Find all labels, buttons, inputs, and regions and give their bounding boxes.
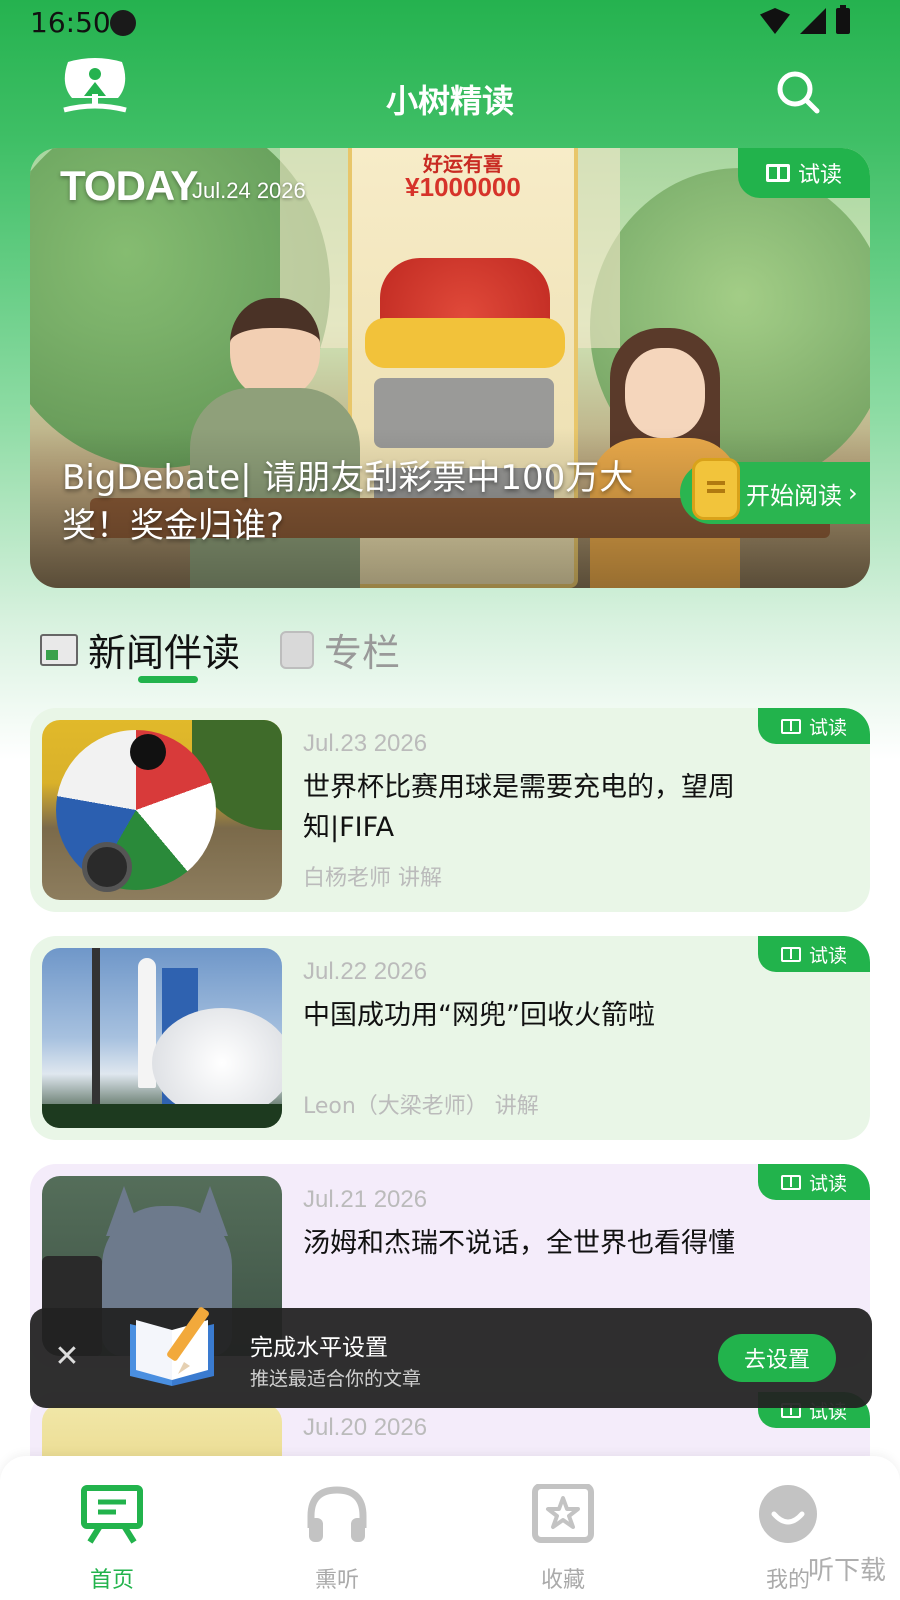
start-reading-label: 开始阅读 (746, 481, 842, 510)
article-date: Jul.22 2026 (303, 958, 428, 985)
watermark: 听下载 (807, 1556, 886, 1586)
article-author: 白杨老师 讲解 (303, 866, 442, 891)
active-tab-indicator (138, 676, 198, 683)
ticket-amount: ¥1000000 (405, 172, 521, 202)
article-date: Jul.23 2026 (303, 730, 428, 757)
article-author: Leon（大梁老师） 讲解 (303, 1094, 539, 1119)
headphones-icon (307, 1486, 367, 1542)
nav-label: 收藏 (540, 1568, 585, 1593)
article-title: 中国成功用“网兜”回收火箭啦 (303, 1000, 655, 1031)
open-book-icon (765, 164, 790, 182)
wifi-icon (760, 8, 790, 34)
level-setup-toast: ✕ 完成水平设置 推送最适合你的文章 去设置 (30, 1307, 872, 1408)
hero-date: Jul.24 2026 (192, 178, 306, 203)
newspaper-icon (40, 633, 78, 666)
status-bar: 16:50 (0, 0, 900, 46)
trial-badge: 试读 (758, 936, 870, 972)
trial-label: 试读 (808, 944, 847, 967)
app-header: 小树精读 (0, 50, 900, 140)
toast-subtitle: 推送最适合你的文章 (250, 1368, 422, 1390)
open-book-icon (780, 1174, 801, 1190)
article-title: 汤姆和杰瑞不说话，全世界也看得懂 (303, 1228, 735, 1259)
article-date: Jul.21 2026 (303, 1186, 428, 1213)
nav-listen[interactable]: 熏听 (277, 1484, 397, 1594)
trial-label: 试读 (808, 716, 847, 739)
battery-icon (836, 5, 850, 34)
hero-article-title: BigDebate| 请朋友刮彩票中100万大奖！奖金归谁? (62, 458, 634, 546)
app-title: 小树精读 (385, 82, 514, 120)
article-thumbnail (42, 948, 282, 1128)
go-settings-button[interactable]: 去设置 (718, 1334, 836, 1382)
smile-face-icon (759, 1485, 817, 1543)
toast-title: 完成水平设置 (250, 1335, 388, 1361)
bottom-navigation: 首页 熏听 收藏 我的 (0, 1456, 900, 1600)
hero-today-label: TODAY (60, 162, 198, 209)
nav-favorites[interactable]: 收藏 (503, 1483, 623, 1594)
coins-illustration (365, 318, 565, 368)
article-date: Jul.20 2026 (303, 1414, 428, 1441)
start-reading-button[interactable]: 开始阅读 › (680, 458, 870, 524)
trial-label: 试读 (808, 1172, 847, 1195)
notification-cat-icon (110, 10, 136, 36)
nav-home[interactable]: 首页 (52, 1484, 172, 1594)
trial-badge: 试读 (758, 1164, 870, 1200)
book-pencil-icon (130, 1307, 214, 1386)
nav-label: 首页 (89, 1568, 134, 1593)
tab-news-reading[interactable]: 新闻伴读 (40, 622, 240, 677)
hero-banner[interactable]: 好运有喜 ¥1000000 TODAY Jul.24 2026 试读 BigDe… (30, 148, 870, 588)
hero-trial-label: 试读 (797, 163, 842, 188)
open-book-icon (780, 718, 801, 734)
home-board-icon (81, 1485, 143, 1544)
star-box-icon (532, 1483, 594, 1543)
trial-badge: 试读 (758, 708, 870, 744)
status-time: 16:50 (30, 6, 111, 39)
search-icon[interactable] (776, 70, 820, 114)
open-book-icon (780, 946, 801, 962)
article-card[interactable]: Jul.22 2026 中国成功用“网兜”回收火箭啦 Leon（大梁老师） 讲解… (30, 936, 870, 1140)
article-thumbnail (42, 720, 282, 900)
tab-column[interactable]: 专栏 (280, 622, 400, 677)
status-icons (760, 5, 850, 34)
hero-trial-badge: 试读 (738, 148, 870, 198)
close-icon[interactable]: ✕ (52, 1342, 82, 1372)
article-title: 世界杯比赛用球是需要充电的，望周知|FIFA (303, 772, 735, 843)
scroll-icon (280, 630, 314, 669)
article-card[interactable]: Jul.23 2026 世界杯比赛用球是需要充电的，望周知|FIFA 白杨老师 … (30, 708, 870, 912)
tab-label: 专栏 (324, 631, 401, 675)
content-tabs: 新闻伴读 专栏 (40, 622, 860, 683)
tab-label: 新闻伴读 (88, 631, 241, 675)
nav-label: 熏听 (314, 1568, 359, 1593)
lightbulb-icon (692, 458, 740, 520)
signal-icon (800, 8, 826, 34)
chevron-right-icon: › (848, 479, 858, 507)
